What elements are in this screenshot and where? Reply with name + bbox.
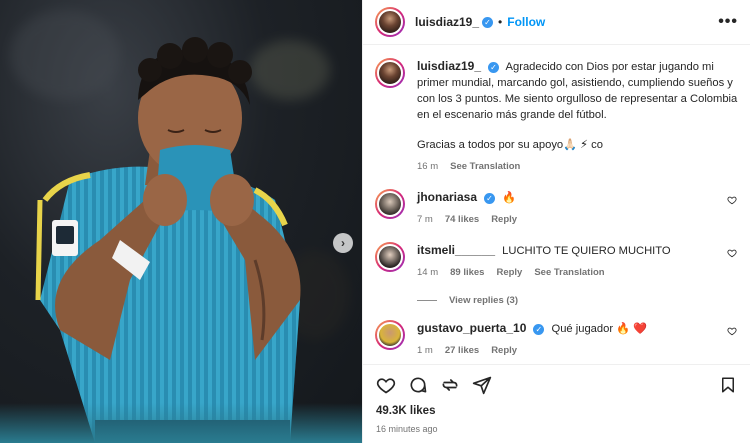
list-item: itsmeli______ LUCHITO TE QUIERO MUCHITO … (375, 242, 739, 281)
verified-icon: ✓ (533, 323, 545, 335)
avatar[interactable] (375, 7, 405, 37)
list-item: jhonariasa ✓ 🔥 7 m 74 likes Reply (375, 189, 739, 228)
comment-username[interactable]: jhonariasa (417, 190, 477, 204)
heart-icon[interactable] (727, 326, 737, 336)
bookmark-icon[interactable] (717, 374, 739, 396)
likes-count[interactable]: 49.3K likes (376, 405, 435, 417)
view-replies-label: View replies (3) (449, 295, 518, 306)
verified-icon: ✓ (488, 61, 500, 73)
comment-likes[interactable]: 27 likes (445, 343, 479, 359)
action-bar (363, 364, 750, 404)
comment-time: 7 m (417, 214, 433, 225)
heart-icon[interactable] (727, 248, 737, 258)
player-illustration (35, 37, 301, 443)
comment-text: LUCHITO TE QUIERO MUCHITO (502, 245, 671, 257)
send-icon[interactable] (471, 374, 493, 396)
comment-text: Qué jugador 🔥 ❤️ (551, 323, 648, 335)
verified-icon: ✓ (482, 16, 494, 28)
chevron-right-icon: › (341, 236, 345, 250)
avatar[interactable] (375, 242, 405, 272)
avatar[interactable] (375, 320, 405, 350)
comment-likes[interactable]: 74 likes (445, 212, 479, 228)
next-photo-button[interactable]: › (333, 233, 353, 253)
comment-likes[interactable]: 89 likes (450, 265, 484, 281)
verified-icon: ✓ (484, 192, 496, 204)
post-time: 16 minutes ago (376, 424, 438, 434)
comment-time: 1 m (417, 345, 433, 356)
list-item: gustavo_puerta_10 ✓ Qué jugador 🔥 ❤️ 1 m … (375, 320, 739, 359)
reply-button[interactable]: Reply (496, 265, 522, 281)
caption-time: 16 m (417, 161, 439, 172)
post-header: luisdiaz19_ ✓ • Follow ••• (363, 0, 750, 45)
caption-text-2: Gracias a todos por su apoyo🙏🏻 ⚡ co (417, 139, 603, 151)
post-photo[interactable]: › (0, 0, 362, 443)
comment-time: 14 m (417, 267, 439, 278)
avatar[interactable] (375, 189, 405, 219)
more-icon[interactable]: ••• (718, 13, 738, 31)
view-replies-button[interactable]: View replies (3) (417, 295, 739, 306)
author-username[interactable]: luisdiaz19_ (415, 15, 479, 29)
comments-list: luisdiaz19_ ✓ Agradecido con Dios por est… (363, 46, 750, 364)
follow-button[interactable]: Follow (507, 15, 545, 29)
heart-icon[interactable] (727, 195, 737, 205)
comment-username[interactable]: itsmeli______ (417, 243, 495, 257)
reply-button[interactable]: Reply (491, 343, 517, 359)
separator: • (498, 15, 503, 29)
share-icon[interactable] (439, 374, 461, 396)
post-panel: luisdiaz19_ ✓ • Follow ••• luisdiaz19_ ✓ … (362, 0, 750, 443)
comment-username[interactable]: gustavo_puerta_10 (417, 321, 526, 335)
divider (417, 300, 437, 301)
heart-icon[interactable] (375, 374, 397, 396)
caption: luisdiaz19_ ✓ Agradecido con Dios por est… (375, 58, 739, 175)
comment-icon[interactable] (407, 374, 429, 396)
see-translation-link[interactable]: See Translation (534, 265, 604, 281)
see-translation-link[interactable]: See Translation (450, 159, 520, 175)
avatar[interactable] (375, 58, 405, 88)
comment-text: 🔥 (502, 192, 517, 204)
pitch-edge (0, 403, 362, 443)
caption-username[interactable]: luisdiaz19_ (417, 59, 481, 73)
reply-button[interactable]: Reply (491, 212, 517, 228)
